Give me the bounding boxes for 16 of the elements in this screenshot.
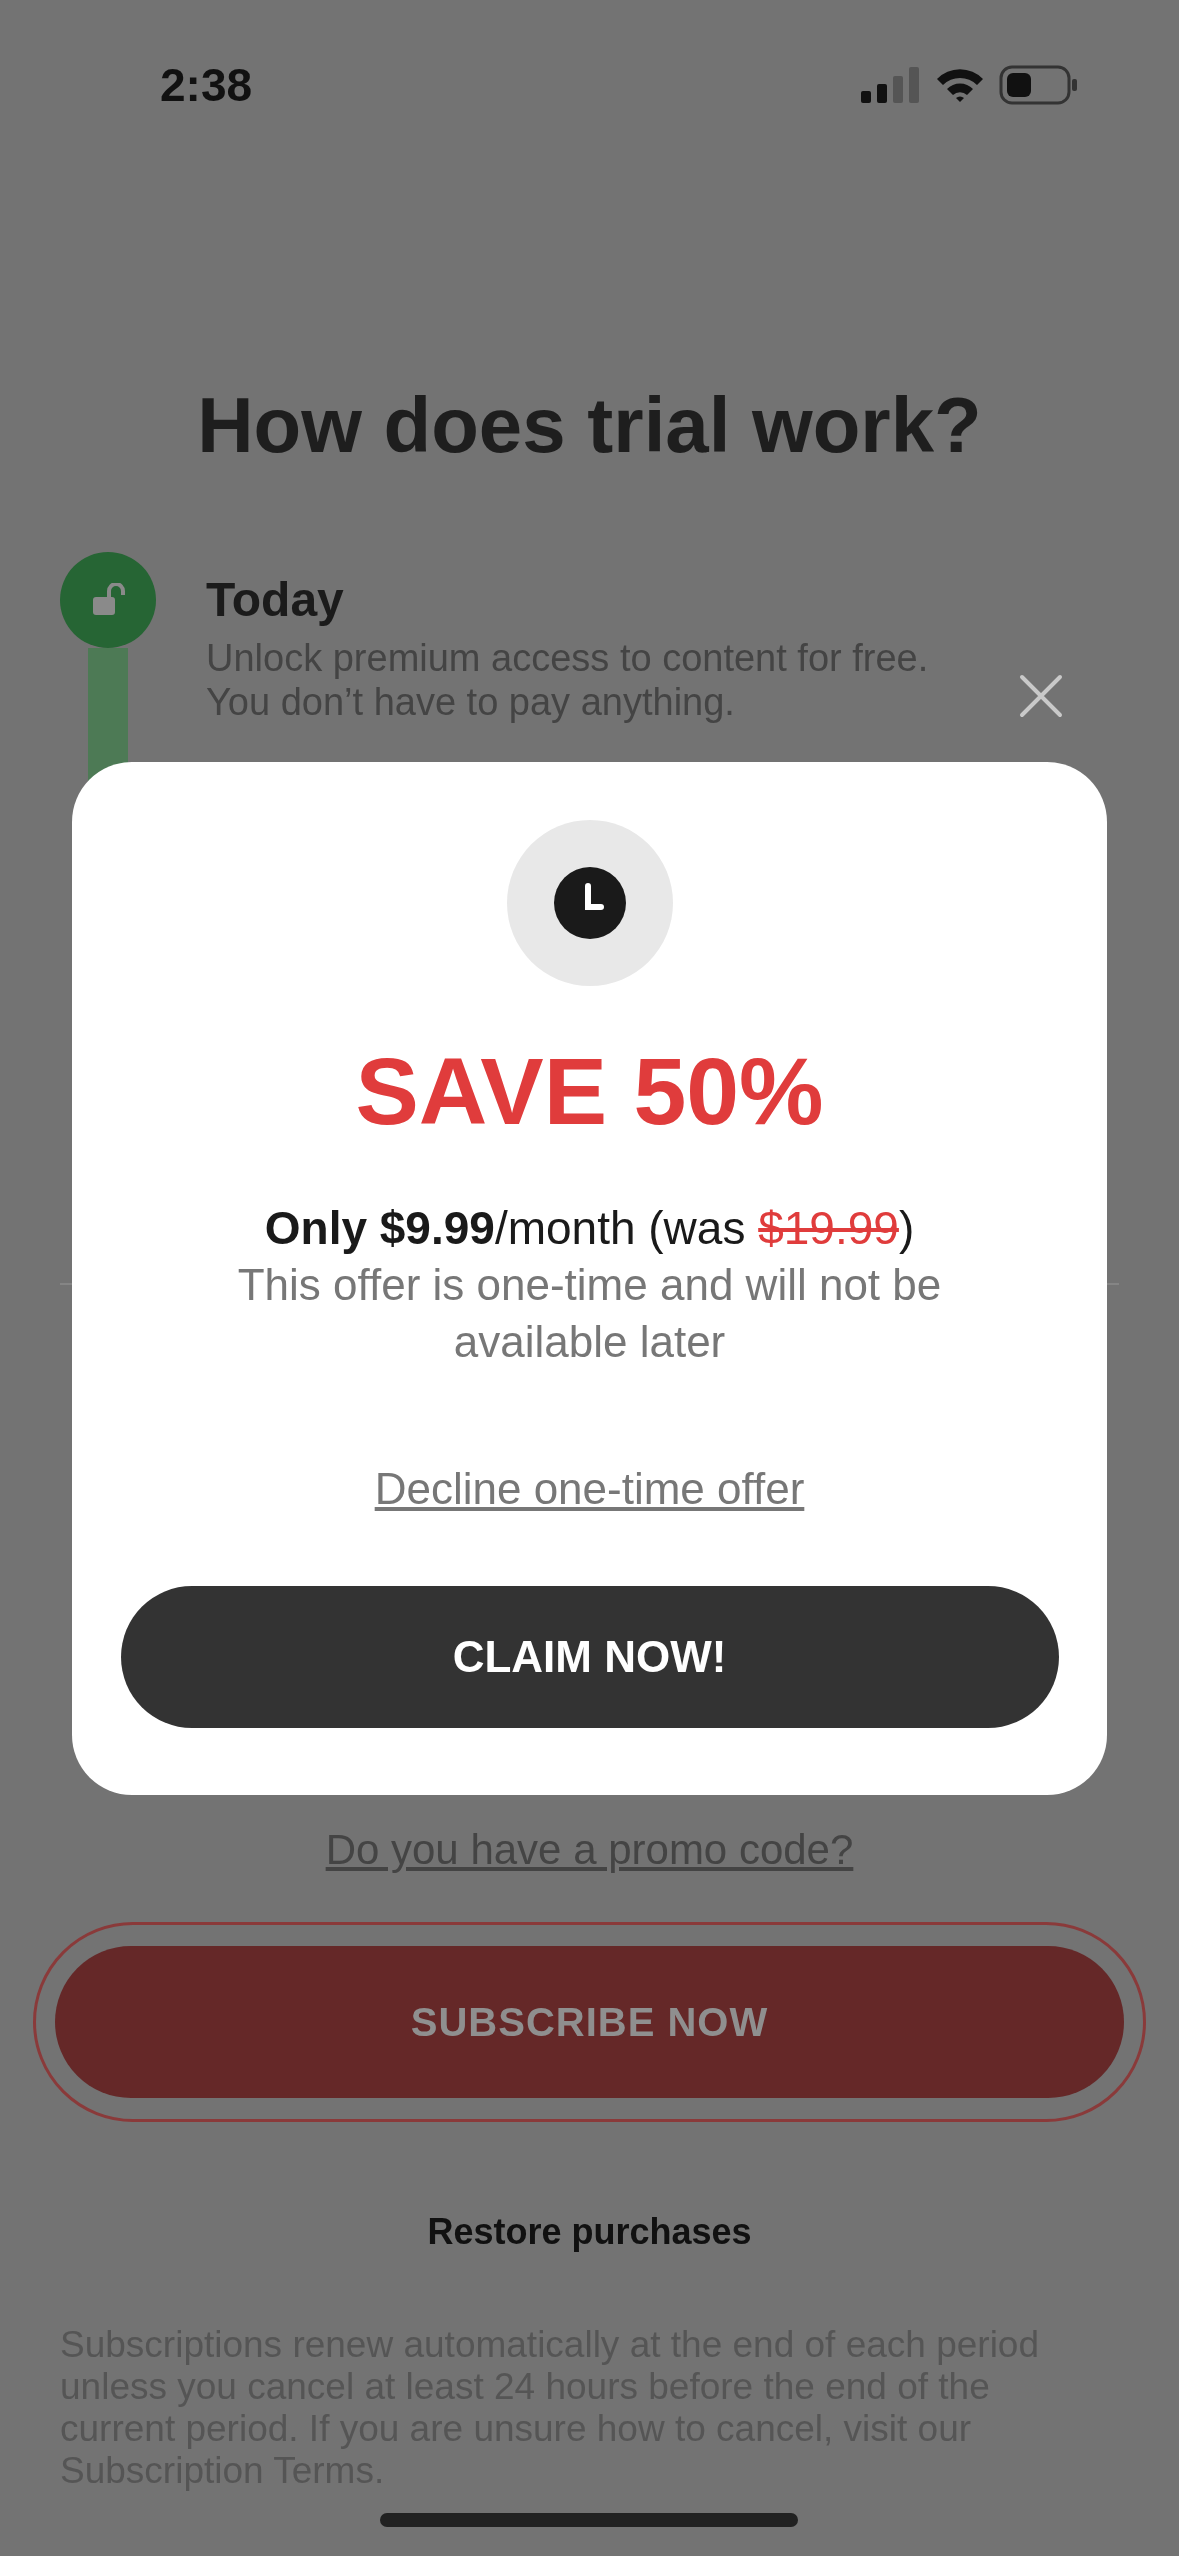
wifi-icon	[935, 67, 985, 103]
battery-icon	[999, 65, 1079, 105]
subscribe-button[interactable]: SUBSCRIBE NOW	[55, 1946, 1124, 2098]
status-time: 2:38	[160, 58, 253, 112]
decline-offer-link[interactable]: Decline one-time offer	[374, 1461, 805, 1517]
page-title: How does trial work?	[196, 380, 983, 471]
clock-icon	[552, 866, 627, 940]
offer-description: This offer is one-time and will not be available later	[236, 1259, 943, 1368]
close-icon[interactable]	[1019, 674, 1063, 718]
price-line: Only $9.99/month (was $19.99)	[264, 1201, 915, 1256]
signal-icon	[861, 67, 921, 103]
discount-headline: SAVE 50%	[355, 1037, 824, 1146]
step-title: Today	[206, 572, 345, 628]
claim-button[interactable]: CLAIM NOW!	[120, 1586, 1059, 1728]
unlocked-padlock-icon	[91, 583, 125, 617]
restore-purchases-link[interactable]: Restore purchases	[427, 2210, 752, 2254]
